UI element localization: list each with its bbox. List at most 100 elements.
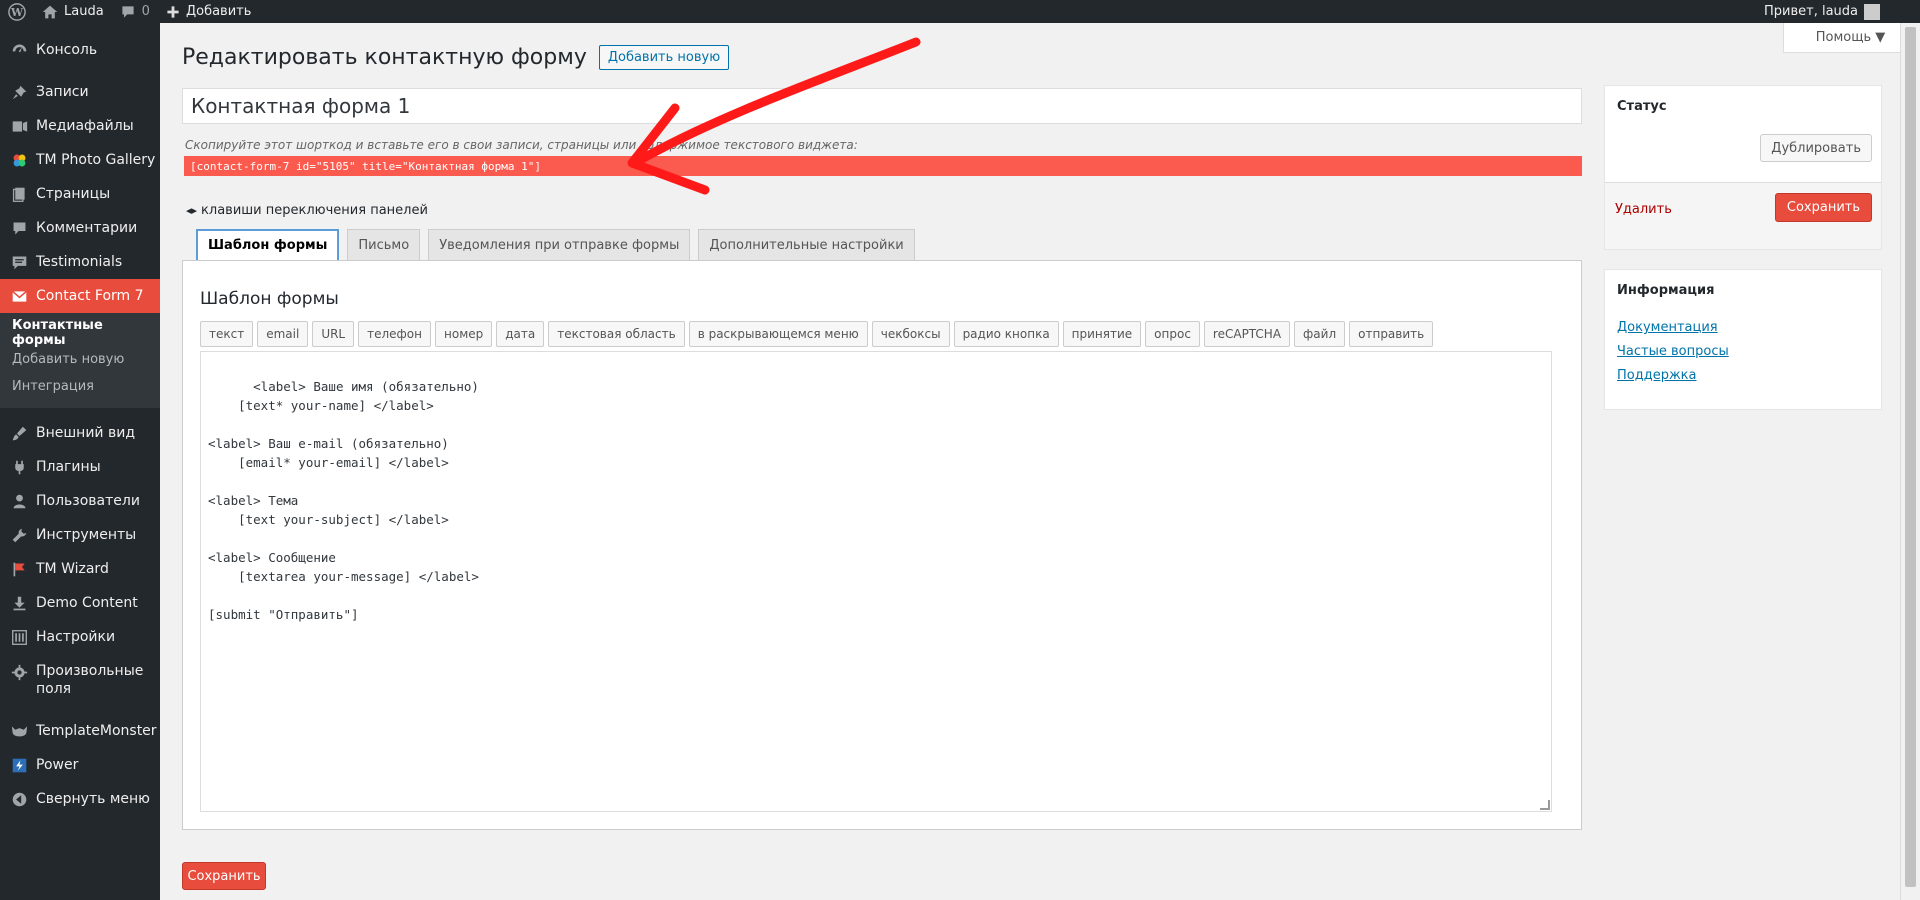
keyboard-hint-text: клавиши переключения панелей — [201, 203, 428, 218]
tab-messages[interactable]: Уведомления при отправке формы — [428, 229, 691, 260]
tag-button[interactable]: файл — [1294, 321, 1346, 347]
menu-item-testimonials[interactable]: Testimonials — [0, 245, 160, 279]
menu-item-templatemonster[interactable]: TemplateMonster — [0, 714, 160, 748]
testimonials-icon — [9, 252, 29, 272]
comments-icon — [9, 218, 29, 238]
menu-label: Консоль — [36, 42, 98, 58]
menu-item-tm-photo-gallery[interactable]: TM Photo Gallery — [0, 143, 160, 177]
my-account[interactable]: Привет, lauda — [1764, 0, 1880, 23]
menu-label: Настройки — [36, 629, 116, 645]
menu-label: TM Wizard — [36, 561, 109, 577]
menu-item-demo-content[interactable]: Demo Content — [0, 586, 160, 620]
media-icon — [9, 116, 29, 136]
comment-bubble-icon — [122, 5, 134, 18]
support-link[interactable]: Поддержка — [1617, 368, 1729, 392]
menu-label: Пользователи — [36, 493, 140, 509]
menu-label: TM Photo Gallery — [36, 152, 156, 168]
collapse-menu-button[interactable]: Свернуть меню — [0, 782, 160, 816]
submenu-contact-forms[interactable]: Контактные формы — [0, 318, 160, 348]
tag-button[interactable]: отправить — [1349, 321, 1434, 347]
wrench-icon — [9, 525, 29, 545]
status-box: Статус Дублировать Удалить Сохранить — [1604, 85, 1882, 250]
tag-button[interactable]: телефон — [358, 321, 431, 347]
menu-item-tools[interactable]: Инструменты — [0, 518, 160, 552]
admin-bar: W Lauda 0 Добавить Привет, lauda — [0, 0, 1920, 23]
menu-item-contact-form-7[interactable]: Contact Form 7 — [0, 279, 160, 313]
gear-icon — [9, 662, 29, 682]
resize-handle[interactable] — [1540, 800, 1550, 810]
tag-button[interactable]: радио кнопка — [953, 321, 1059, 347]
scrollbar-thumb[interactable] — [1905, 27, 1916, 887]
plugin-icon — [9, 457, 29, 477]
tag-button[interactable]: текстовая область — [548, 321, 685, 347]
menu-item-tm-wizard[interactable]: TM Wizard — [0, 552, 160, 586]
menu-label: Внешний вид — [36, 425, 136, 441]
site-name: Lauda — [64, 4, 104, 19]
collapse-icon — [9, 789, 29, 809]
tab-form-template[interactable]: Шаблон формы — [196, 229, 340, 260]
tag-button[interactable]: чекбоксы — [871, 321, 950, 347]
tab-additional-settings[interactable]: Дополнительные настройки — [698, 229, 915, 260]
add-new-button[interactable]: Добавить новую — [598, 45, 730, 70]
greeting: Привет, lauda — [1763, 4, 1858, 19]
tag-button[interactable]: URL — [312, 321, 355, 347]
download-icon — [9, 593, 29, 613]
tag-button[interactable]: дата — [496, 321, 545, 347]
menu-label: Плагины — [36, 459, 101, 475]
menu-item-power[interactable]: Power — [0, 748, 160, 782]
docs-link[interactable]: Документация — [1617, 320, 1729, 344]
menu-item-pages[interactable]: Страницы — [0, 177, 160, 211]
help-button[interactable]: Помощь ▼ — [1783, 23, 1918, 53]
submenu-add-new[interactable]: Добавить новую — [0, 346, 160, 373]
add-new-link[interactable]: Добавить — [158, 0, 259, 23]
site-name-link[interactable]: Lauda — [34, 0, 112, 23]
shortcode-description: Скопируйте этот шорткод и вставьте его в… — [185, 138, 858, 152]
page-title: Редактировать контактную форму — [182, 45, 587, 70]
menu-label: Медиафайлы — [36, 118, 134, 134]
tag-button[interactable]: принятие — [1062, 321, 1142, 347]
menu-item-plugins[interactable]: Плагины — [0, 450, 160, 484]
duplicate-button[interactable]: Дублировать — [1760, 134, 1872, 162]
menu-item-appearance[interactable]: Внешний вид — [0, 416, 160, 450]
power-icon — [9, 755, 29, 775]
tag-button[interactable]: номер — [435, 321, 493, 347]
admin-sidebar: Консоль Записи Медиафайлы TM Photo Galle… — [0, 23, 160, 900]
menu-label: Contact Form 7 — [36, 288, 144, 304]
form-template-textarea[interactable]: <label> Ваше имя (обязательно) [text* yo… — [200, 351, 1552, 812]
delete-link[interactable]: Удалить — [1615, 202, 1672, 217]
menu-item-dashboard[interactable]: Консоль — [0, 33, 160, 67]
users-icon — [9, 491, 29, 511]
page-scrollbar[interactable] — [1900, 23, 1920, 900]
faq-link[interactable]: Частые вопросы — [1617, 344, 1729, 368]
wordpress-logo-icon[interactable]: W — [0, 0, 34, 23]
menu-label: Свернуть меню — [36, 791, 150, 807]
menu-label: Комментарии — [36, 220, 138, 236]
settings-icon — [9, 627, 29, 647]
arrows-left-right-icon: ◂▸ — [186, 204, 198, 217]
menu-item-posts[interactable]: Записи — [0, 75, 160, 109]
menu-item-settings[interactable]: Настройки — [0, 620, 160, 654]
shortcode-field[interactable]: [contact-form-7 id="5105" title="Контакт… — [184, 156, 1582, 176]
form-title-input[interactable]: Контактная форма 1 — [182, 88, 1582, 124]
flag-icon — [9, 559, 29, 579]
template-code: <label> Ваше имя (обязательно) [text* yo… — [208, 379, 479, 622]
main-content: Помощь ▼ Редактировать контактную форму … — [160, 23, 1918, 900]
save-button-bottom[interactable]: Сохранить — [182, 862, 266, 890]
submenu-integration[interactable]: Интеграция — [0, 373, 160, 400]
menu-item-custom-fields[interactable]: Произвольные поля — [0, 654, 160, 706]
tag-button[interactable]: текст — [200, 321, 254, 347]
tag-button[interactable]: reCAPTCHA — [1203, 321, 1291, 347]
menu-label: TemplateMonster — [36, 723, 157, 739]
save-button-side[interactable]: Сохранить — [1774, 193, 1872, 222]
tag-button[interactable]: опрос — [1145, 321, 1200, 347]
comments-link[interactable]: 0 — [112, 0, 158, 23]
tag-button[interactable]: в раскрывающемся меню — [688, 321, 868, 347]
tag-button[interactable]: email — [257, 321, 309, 347]
tab-mail[interactable]: Письмо — [347, 229, 421, 260]
menu-item-users[interactable]: Пользователи — [0, 484, 160, 518]
menu-item-media[interactable]: Медиафайлы — [0, 109, 160, 143]
mail-icon — [9, 286, 29, 306]
menu-label: Страницы — [36, 186, 111, 202]
menu-item-comments[interactable]: Комментарии — [0, 211, 160, 245]
gallery-icon — [9, 150, 29, 170]
